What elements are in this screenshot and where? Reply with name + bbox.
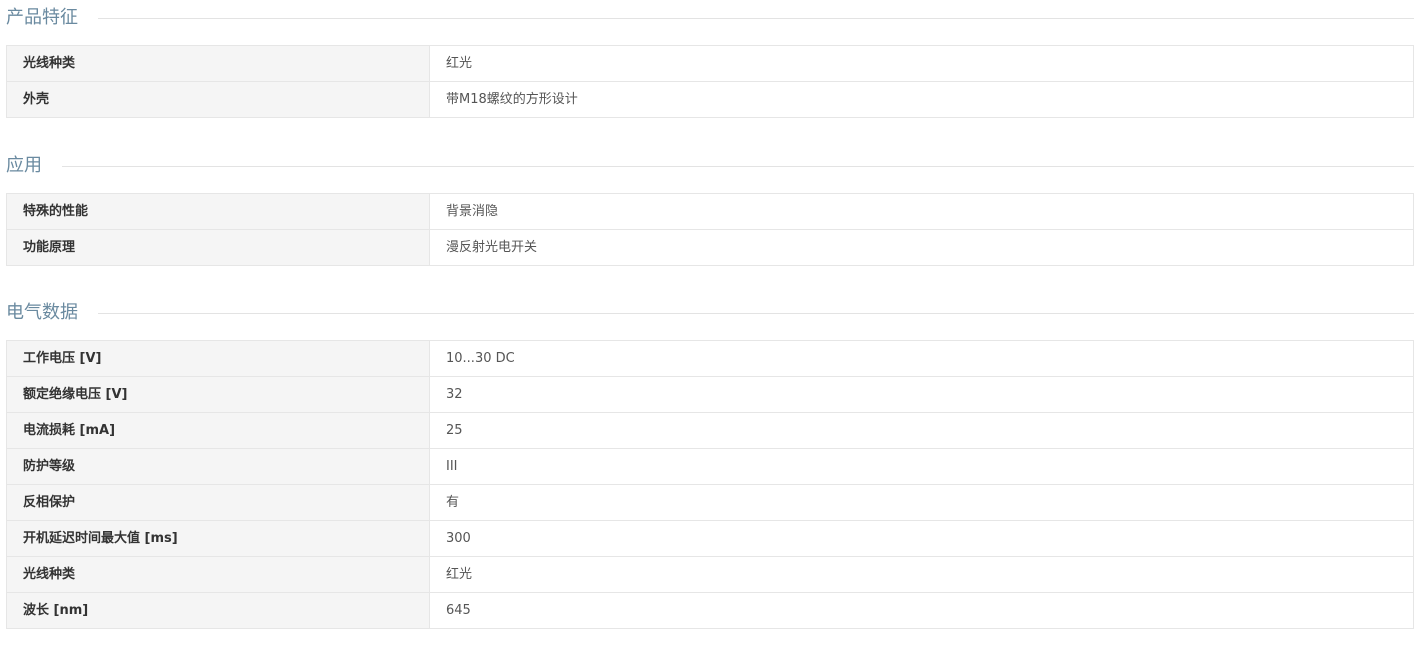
section-application: 应用 特殊的性能 背景消隐 功能原理 漫反射光电开关: [6, 150, 1414, 266]
spec-value: 红光: [429, 556, 1414, 593]
spec-label: 防护等级: [6, 448, 430, 485]
spec-value: 红光: [429, 45, 1414, 82]
spec-label: 波长 [nm]: [6, 592, 430, 629]
section-title: 应用: [6, 155, 42, 176]
table-row: 反相保护 有: [6, 484, 1414, 521]
section-header: 应用: [6, 150, 1414, 182]
spec-page: 产品特征 光线种类 红光 外壳 带M18螺纹的方形设计 应用 特殊的性能 背景消…: [0, 0, 1421, 646]
table-row: 功能原理 漫反射光电开关: [6, 229, 1414, 266]
spec-label: 外壳: [6, 81, 430, 118]
spec-label: 特殊的性能: [6, 193, 430, 230]
spec-value: 25: [429, 412, 1414, 449]
section-divider: [98, 17, 1414, 19]
spec-value: 漫反射光电开关: [429, 229, 1414, 266]
spec-label: 光线种类: [6, 45, 430, 82]
table-row: 外壳 带M18螺纹的方形设计: [6, 81, 1414, 118]
section-header: 电气数据: [6, 297, 1414, 329]
spec-label: 额定绝缘电压 [V]: [6, 376, 430, 413]
spec-value: 带M18螺纹的方形设计: [429, 81, 1414, 118]
table-row: 特殊的性能 背景消隐: [6, 193, 1414, 230]
section-title: 产品特征: [6, 7, 78, 28]
table-row: 波长 [nm] 645: [6, 592, 1414, 629]
table-row: 光线种类 红光: [6, 45, 1414, 82]
spec-label: 开机延迟时间最大值 [ms]: [6, 520, 430, 557]
section-title: 电气数据: [6, 302, 78, 323]
section-header: 产品特征: [6, 2, 1414, 34]
spec-value: 645: [429, 592, 1414, 629]
spec-label: 光线种类: [6, 556, 430, 593]
spec-table: 工作电压 [V] 10...30 DC 额定绝缘电压 [V] 32 电流损耗 […: [6, 340, 1414, 629]
spec-value: III: [429, 448, 1414, 485]
spec-table: 特殊的性能 背景消隐 功能原理 漫反射光电开关: [6, 193, 1414, 266]
spec-value: 32: [429, 376, 1414, 413]
table-row: 开机延迟时间最大值 [ms] 300: [6, 520, 1414, 557]
section-product-features: 产品特征 光线种类 红光 外壳 带M18螺纹的方形设计: [6, 2, 1414, 118]
spec-value: 10...30 DC: [429, 340, 1414, 377]
spec-value: 有: [429, 484, 1414, 521]
table-row: 防护等级 III: [6, 448, 1414, 485]
section-electrical-data: 电气数据 工作电压 [V] 10...30 DC 额定绝缘电压 [V] 32 电…: [6, 297, 1414, 629]
spec-label: 电流损耗 [mA]: [6, 412, 430, 449]
spec-label: 反相保护: [6, 484, 430, 521]
table-row: 光线种类 红光: [6, 556, 1414, 593]
section-divider: [98, 312, 1414, 314]
table-row: 额定绝缘电压 [V] 32: [6, 376, 1414, 413]
spec-label: 功能原理: [6, 229, 430, 266]
table-row: 电流损耗 [mA] 25: [6, 412, 1414, 449]
spec-value: 300: [429, 520, 1414, 557]
spec-table: 光线种类 红光 外壳 带M18螺纹的方形设计: [6, 45, 1414, 118]
spec-value: 背景消隐: [429, 193, 1414, 230]
table-row: 工作电压 [V] 10...30 DC: [6, 340, 1414, 377]
section-divider: [62, 165, 1414, 167]
spec-label: 工作电压 [V]: [6, 340, 430, 377]
